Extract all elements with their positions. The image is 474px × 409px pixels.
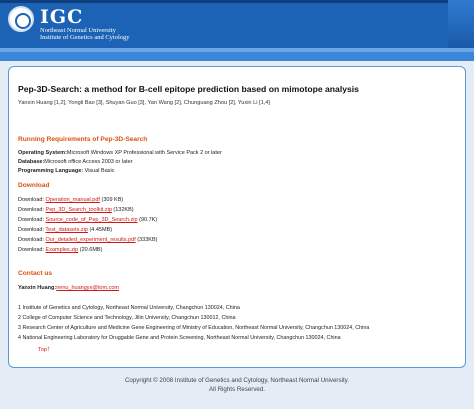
requirement-language: Programming Language: Visual Basic — [18, 168, 114, 174]
page-footer: Copyright © 2008 Institute of Genetics a… — [0, 376, 474, 394]
site-logo-text[interactable]: IGC — [40, 6, 83, 28]
download-item: Download: Our_detailed_experiment_result… — [18, 237, 157, 243]
requirements-heading: Running Requirements of Pep-3D-Search — [18, 136, 148, 143]
download-item: Download: Examples.zip (20.6MB) — [18, 247, 102, 253]
arrow-up-icon[interactable]: ↑ — [47, 346, 51, 353]
header-top-strip — [0, 0, 474, 3]
download-item: Download: Test_datasets.zip (4.45MB) — [18, 227, 112, 233]
download-link-results[interactable]: Our_detailed_experiment_results.pdf — [46, 237, 136, 243]
site-logo-subtitle: Northeast Normal University Institute of… — [40, 27, 130, 41]
contact-line: Yanxin Huang:nenu_huangyx@tom.com — [18, 285, 119, 291]
download-heading: Download — [18, 182, 50, 189]
download-prefix: Download: — [18, 237, 46, 243]
requirement-os: Operating System:Microsoft Windows XP Pr… — [18, 150, 222, 156]
download-size: (90.7K) — [137, 217, 158, 223]
download-prefix: Download: — [18, 247, 46, 253]
download-link-source-code[interactable]: Source_code_of_Pep_3D_Search.zip — [46, 217, 138, 223]
download-size: (132KB) — [111, 207, 134, 213]
rights-line: All Rights Reserved. — [208, 386, 266, 393]
database-label: Database: — [18, 159, 45, 165]
download-prefix: Download: — [18, 197, 46, 203]
page-title: Pep-3D-Search: a method for B-cell epito… — [18, 84, 359, 94]
back-to-top-link[interactable]: Top↑ — [38, 346, 51, 353]
affiliation-4: 4 National Engineering Laboratory for Dr… — [18, 335, 341, 341]
language-label: Programming Language: — [18, 168, 84, 174]
requirement-database: Database:Microsoft office Access 2003 or… — [18, 159, 133, 165]
language-value: Visual Basic — [84, 168, 115, 174]
affiliation-3: 3 Research Center of Agriculture and Med… — [18, 325, 370, 331]
download-size: (20.6MB) — [78, 247, 103, 253]
download-size: (4.45MB) — [87, 227, 113, 233]
header-right-accent — [448, 0, 474, 48]
download-prefix: Download: — [18, 227, 46, 233]
university-seal-icon — [8, 6, 34, 32]
download-item: Download: Pep_3D_Search_toolkit.zip (132… — [18, 207, 134, 213]
site-header: IGC Northeast Normal University Institut… — [0, 0, 474, 48]
download-size: (333KB) — [135, 237, 158, 243]
download-item: Download: Source_code_of_Pep_3D_Search.z… — [18, 217, 157, 223]
os-label: Operating System: — [18, 150, 67, 156]
download-link-manual[interactable]: Operation_manual.pdf — [46, 197, 100, 203]
os-value: Microsoft Windows XP Professional with S… — [66, 150, 222, 156]
download-size: (309 KB) — [99, 197, 124, 203]
affiliation-1: 1 Institute of Genetics and Cytology, No… — [18, 305, 240, 311]
download-prefix: Download: — [18, 207, 46, 213]
download-prefix: Download: — [18, 217, 46, 223]
nav-bar-highlight — [0, 48, 474, 52]
download-link-test-datasets[interactable]: Test_datasets.zip — [45, 227, 88, 233]
nav-bar — [0, 48, 474, 61]
download-item: Download: Operation_manual.pdf (309 KB) — [18, 197, 123, 203]
affiliation-2: 2 College of Computer Science and Techno… — [18, 315, 236, 321]
logo-sub-line1: Northeast Normal University — [40, 27, 116, 34]
logo-sub-line2: Institute of Genetics and Cytology — [40, 34, 130, 41]
contact-name: Yanxin Huang: — [18, 285, 57, 291]
copyright-line: Copyright © 2008 Institute of Genetics a… — [124, 377, 350, 384]
database-value: Microsoft office Access 2003 or later — [44, 159, 133, 165]
download-link-toolkit[interactable]: Pep_3D_Search_toolkit.zip — [46, 207, 112, 213]
download-link-examples[interactable]: Examples.zip — [46, 247, 79, 253]
contact-heading: Contact us — [18, 270, 53, 277]
author-list: Yanxin Huang [1,2], Yongli Bao [3], Shuy… — [18, 100, 270, 106]
contact-email-link[interactable]: nenu_huangyx@tom.com — [56, 285, 119, 291]
top-label[interactable]: Top — [38, 347, 47, 353]
